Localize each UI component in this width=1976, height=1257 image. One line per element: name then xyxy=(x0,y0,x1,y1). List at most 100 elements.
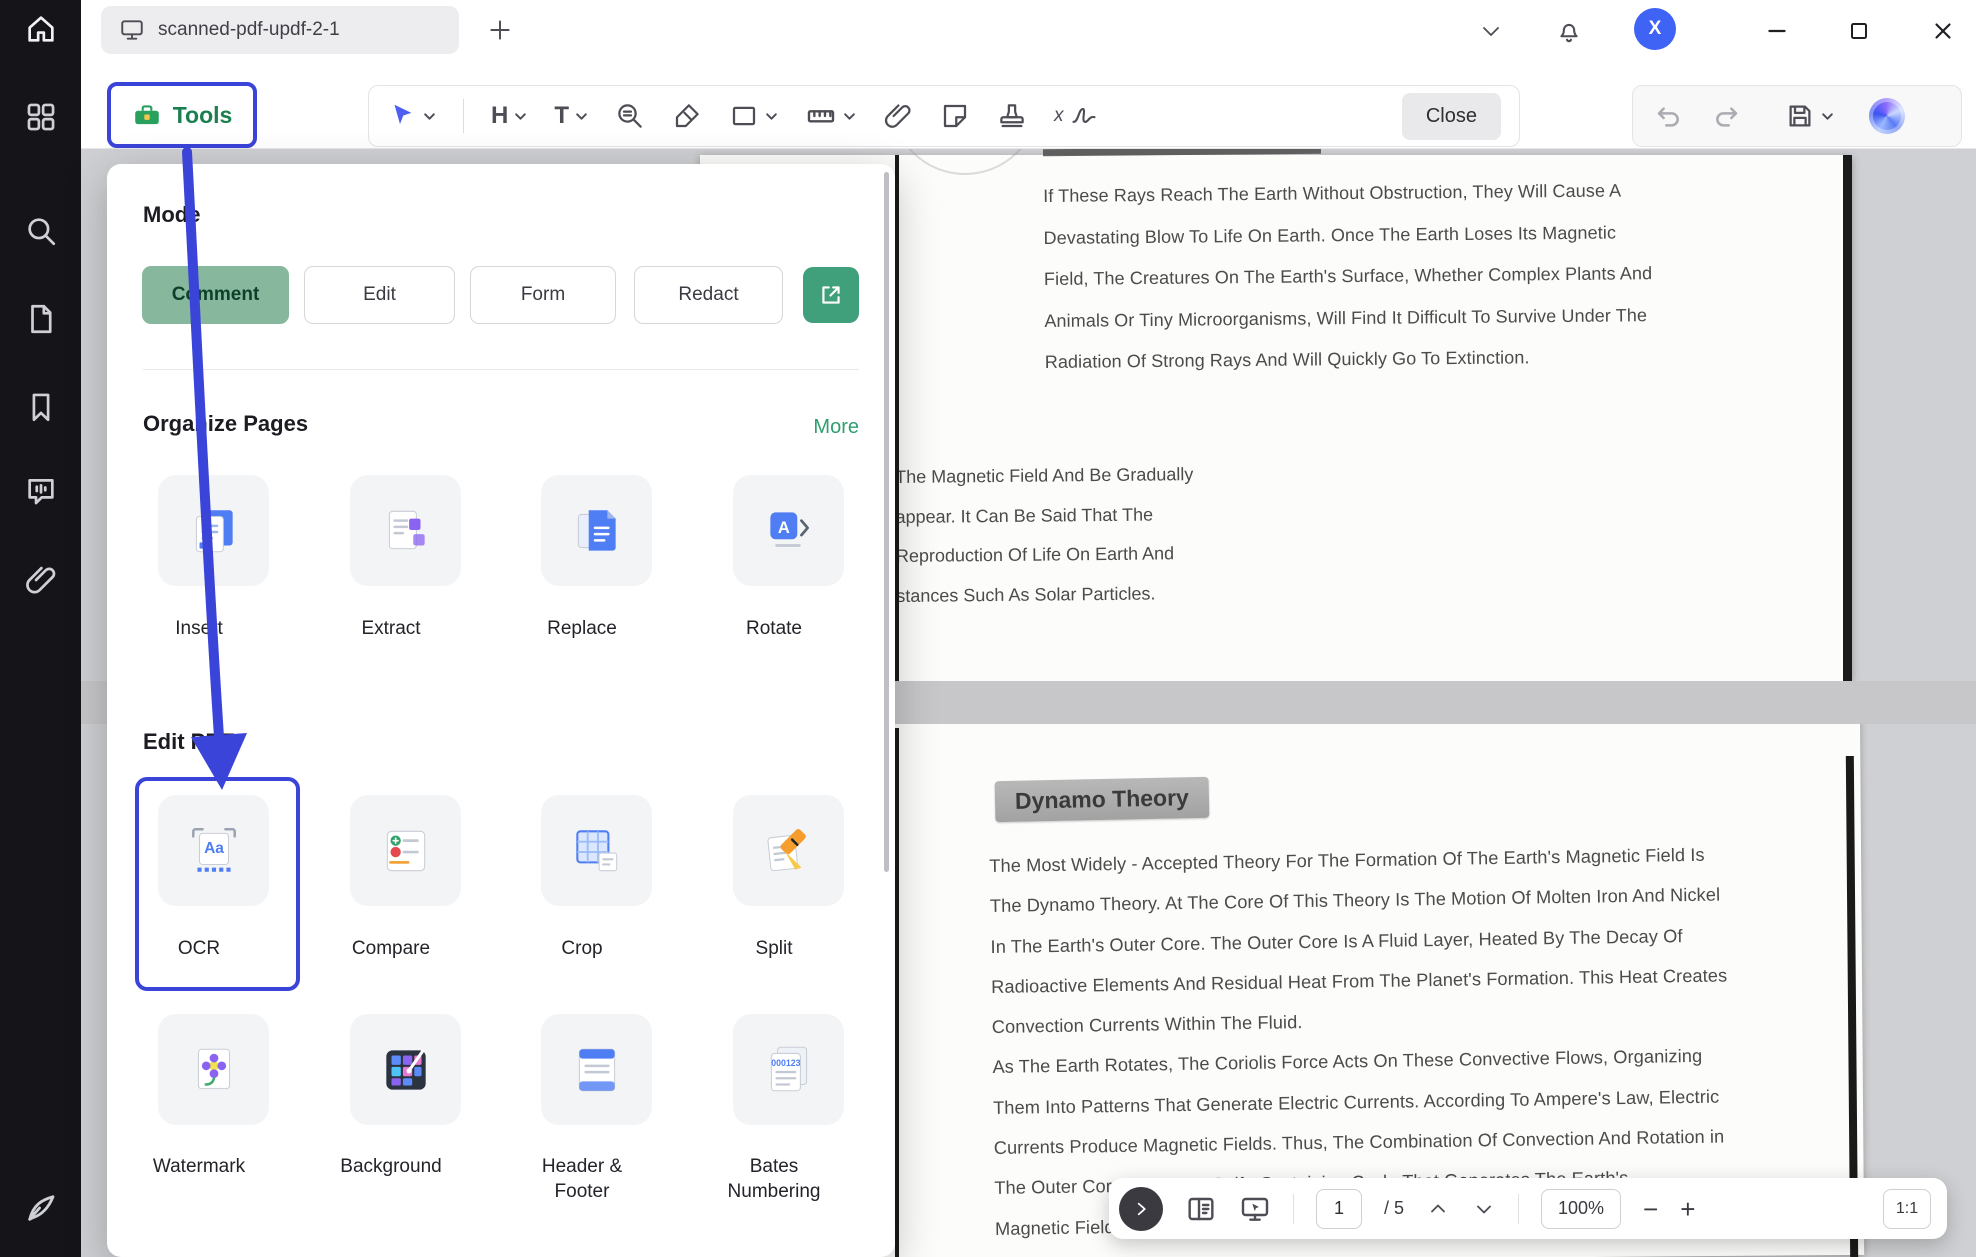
chevron-down-icon[interactable] xyxy=(423,110,436,123)
pen-tool-icon[interactable] xyxy=(0,1190,81,1226)
ai-assistant-icon[interactable] xyxy=(1869,98,1905,134)
tile-watermark[interactable] xyxy=(158,1014,269,1125)
mode-section-header: Mode xyxy=(143,202,200,228)
open-in-new-mode-button[interactable] xyxy=(803,267,859,323)
chevron-down-icon[interactable] xyxy=(575,110,588,123)
expand-pager-button[interactable] xyxy=(1119,1187,1163,1231)
search-icon[interactable] xyxy=(0,214,81,248)
tab-list-chevron[interactable] xyxy=(1472,12,1510,50)
mode-form-button[interactable]: Form xyxy=(470,266,616,324)
new-tab-button[interactable] xyxy=(481,11,519,49)
user-avatar[interactable]: X xyxy=(1634,8,1676,50)
tile-label-header-footer[interactable]: Header & Footer xyxy=(512,1154,652,1204)
page-number-input[interactable] xyxy=(1316,1189,1362,1229)
page1-paragraph: If These Rays Reach The Earth Without Ob… xyxy=(1043,170,1653,383)
thumbnail-view-icon[interactable] xyxy=(1185,1193,1217,1225)
panel-scrollbar[interactable] xyxy=(884,172,889,872)
close-tools-button[interactable]: Close xyxy=(1402,93,1501,140)
split-icon xyxy=(760,822,818,880)
insert-icon xyxy=(185,502,243,560)
minimize-button[interactable] xyxy=(1758,12,1796,50)
mode-redact-button[interactable]: Redact xyxy=(634,266,783,324)
tile-label-compare[interactable]: Compare xyxy=(321,936,461,961)
page2-section-title: Dynamo Theory xyxy=(995,777,1210,822)
tools-button-label: Tools xyxy=(173,102,233,129)
tile-label-crop[interactable]: Crop xyxy=(512,936,652,961)
chevron-down-icon[interactable] xyxy=(843,110,856,123)
tile-label-split[interactable]: Split xyxy=(704,936,844,961)
actual-size-button[interactable]: 1:1 xyxy=(1883,1189,1931,1229)
bookmark-icon[interactable] xyxy=(0,390,81,424)
document-tab[interactable]: scanned-pdf-updf-2-1 xyxy=(101,6,459,54)
tile-label-rotate[interactable]: Rotate xyxy=(704,616,844,641)
mode-comment-button[interactable]: Comment xyxy=(142,266,289,324)
sticker-tool[interactable] xyxy=(940,101,970,131)
next-page-button[interactable] xyxy=(1472,1197,1496,1221)
pages-icon[interactable] xyxy=(0,302,81,336)
tile-background[interactable] xyxy=(350,1014,461,1125)
zoom-in-button[interactable]: + xyxy=(1680,1196,1695,1222)
home-icon[interactable] xyxy=(0,12,81,46)
highlight-tool[interactable]: H xyxy=(491,104,527,128)
crop-icon xyxy=(568,822,626,880)
highlight-icon: H xyxy=(491,104,508,128)
tile-bates-numbering[interactable]: 000123 xyxy=(733,1014,844,1125)
tile-label-replace[interactable]: Replace xyxy=(512,616,652,641)
save-tool[interactable] xyxy=(1785,101,1834,131)
signature-x-icon: x xyxy=(1054,105,1064,127)
tile-split[interactable] xyxy=(733,795,844,906)
signature-tool[interactable]: x xyxy=(1054,102,1098,130)
maximize-button[interactable] xyxy=(1840,12,1878,50)
signature-flourish-icon xyxy=(1070,102,1098,130)
measure-tool[interactable] xyxy=(805,100,856,132)
tile-insert[interactable] xyxy=(158,475,269,586)
page1-scan-edge xyxy=(1843,155,1852,681)
tile-extract[interactable] xyxy=(350,475,461,586)
tile-header-footer[interactable] xyxy=(541,1014,652,1125)
tile-label-insert[interactable]: Insert xyxy=(129,616,269,641)
undo-icon[interactable] xyxy=(1653,100,1685,132)
notifications-bell-icon[interactable] xyxy=(1550,12,1588,50)
tile-label-background[interactable]: Background xyxy=(321,1154,461,1179)
tile-label-extract[interactable]: Extract xyxy=(321,616,461,641)
tile-compare[interactable] xyxy=(350,795,461,906)
chevron-down-icon[interactable] xyxy=(765,110,778,123)
replace-icon xyxy=(568,502,626,560)
avatar-initial: X xyxy=(1649,18,1662,40)
tile-label-ocr[interactable]: OCR xyxy=(129,936,269,961)
doc-line: Field, The Creatures On The Earth's Surf… xyxy=(1044,253,1653,300)
note-search-tool[interactable] xyxy=(615,101,645,131)
tile-label-bates-numbering[interactable]: Bates Numbering xyxy=(704,1154,844,1204)
tools-button[interactable]: Tools xyxy=(107,82,257,148)
chevron-down-icon[interactable] xyxy=(1821,110,1834,123)
watermark-icon xyxy=(185,1041,243,1099)
toolbox-icon xyxy=(132,100,162,130)
pen-annotate-tool[interactable] xyxy=(672,101,702,131)
organize-pages-header: Organize Pages xyxy=(143,411,308,437)
tile-rotate[interactable]: A xyxy=(733,475,844,586)
pager-separator xyxy=(1293,1194,1294,1224)
search-note-icon xyxy=(615,101,645,131)
shape-tool[interactable] xyxy=(729,101,778,131)
select-tool[interactable] xyxy=(387,101,436,131)
tile-label-watermark[interactable]: Watermark xyxy=(129,1154,269,1179)
tile-replace[interactable] xyxy=(541,475,652,586)
attachments-icon[interactable] xyxy=(0,563,81,597)
stamp-tool[interactable] xyxy=(997,101,1027,131)
chevron-down-icon[interactable] xyxy=(514,110,527,123)
previous-page-button[interactable] xyxy=(1426,1197,1450,1221)
presentation-view-icon[interactable] xyxy=(1239,1193,1271,1225)
tile-crop[interactable] xyxy=(541,795,652,906)
redo-icon[interactable] xyxy=(1710,100,1742,132)
close-window-button[interactable] xyxy=(1924,12,1962,50)
text-tool[interactable]: T xyxy=(554,104,588,128)
comments-icon[interactable] xyxy=(0,474,81,508)
zoom-out-button[interactable]: − xyxy=(1643,1196,1658,1222)
page-navigation-bar: / 5 100% − + 1:1 xyxy=(1109,1178,1947,1239)
apps-grid-icon[interactable] xyxy=(0,100,81,134)
more-link[interactable]: More xyxy=(813,416,859,439)
zoom-level[interactable]: 100% xyxy=(1541,1189,1621,1229)
mode-edit-button[interactable]: Edit xyxy=(304,266,455,324)
attach-file-tool[interactable] xyxy=(883,101,913,131)
tile-ocr[interactable]: Aa xyxy=(158,795,269,906)
